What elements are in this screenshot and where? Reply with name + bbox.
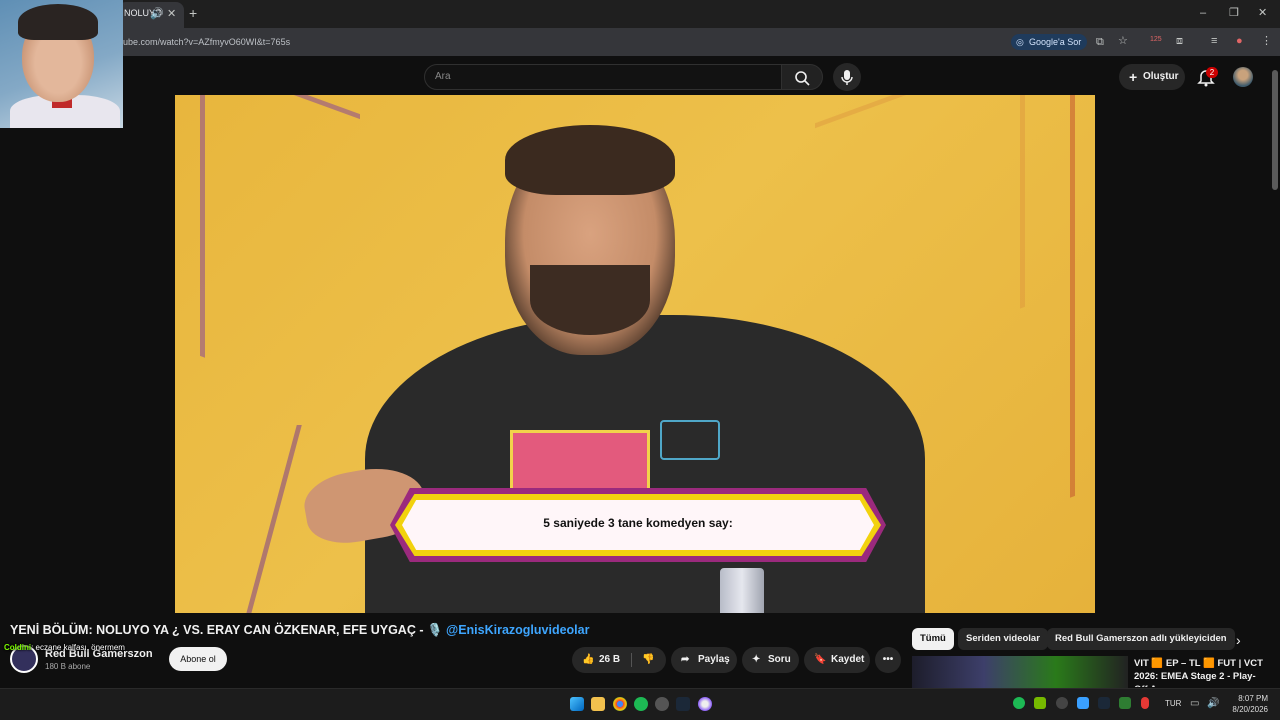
like-count[interactable]: 26 B — [599, 647, 620, 673]
recommended-video-title[interactable]: VIT 🟧 EP – TL 🟧 FUT | VCT 2026: EMEA Sta… — [1134, 657, 1264, 687]
chat-overlay-message: Coldini: eczane kalfası, önermem — [4, 643, 125, 652]
like-divider — [631, 653, 632, 667]
subscriber-count: 180 B abone — [45, 662, 91, 671]
minimize-icon[interactable]: – — [1200, 7, 1206, 19]
share-icon: ➦ — [681, 654, 690, 665]
more-actions-button[interactable]: ••• — [875, 647, 901, 673]
bookmark-star-icon[interactable]: ☆ — [1118, 35, 1128, 47]
notification-count-badge: 2 — [1206, 67, 1218, 78]
volume-icon[interactable]: 🔊 — [1207, 698, 1219, 710]
tray-edge-icon[interactable] — [1077, 697, 1089, 709]
microphone-icon — [841, 70, 853, 85]
scrollbar-thumb[interactable] — [1272, 70, 1278, 190]
extensions-icon[interactable]: ⧈ — [1176, 35, 1183, 47]
tray-spotify-icon[interactable] — [1013, 697, 1025, 709]
filter-chip-all[interactable]: Tümü — [912, 628, 954, 650]
tray-nvidia-icon[interactable] — [1034, 697, 1046, 709]
ask-button[interactable]: ✦ Soru — [742, 647, 799, 673]
file-explorer-icon[interactable] — [591, 697, 605, 711]
like-dislike-group: 👍 26 B 👎 — [572, 647, 666, 673]
app-icon[interactable] — [698, 697, 712, 711]
share-label: Paylaş — [698, 654, 730, 665]
save-button[interactable]: 🔖 Kaydet — [804, 647, 870, 673]
clock-date: 8/20/2026 — [1232, 705, 1268, 714]
drink-can — [720, 568, 764, 613]
steam-icon[interactable] — [676, 697, 690, 711]
google-ask-label: Google'a Sor — [1029, 37, 1082, 47]
filter-chip-series[interactable]: Seriden videolar — [958, 628, 1048, 650]
subscribe-button[interactable]: Abone ol — [169, 647, 227, 671]
google-ask-button[interactable]: ◎ Google'a Sor — [1011, 34, 1087, 50]
input-language[interactable]: TUR — [1165, 699, 1181, 708]
bookmark-icon: 🔖 — [814, 654, 827, 665]
search-icon — [795, 71, 810, 86]
recommended-video-thumbnail[interactable] — [912, 656, 1128, 688]
chat-nickname: Coldini — [4, 643, 32, 652]
create-button[interactable]: + Oluştur — [1119, 64, 1185, 90]
quiz-banner: 5 saniyede 3 tane komedyen say: — [390, 488, 886, 562]
account-avatar[interactable] — [1233, 67, 1253, 87]
hoodie-logo — [660, 420, 720, 460]
extension-badge[interactable]: 125 — [1150, 34, 1162, 46]
search-input[interactable]: Ara — [424, 64, 782, 90]
voice-search-button[interactable] — [833, 63, 861, 91]
background-decoration — [208, 425, 302, 613]
sparkle-icon: ✦ — [752, 654, 761, 665]
plus-icon: + — [1129, 69, 1138, 85]
person-hair — [505, 125, 675, 195]
webcam-overlay — [0, 0, 123, 128]
tab-close-icon[interactable]: ✕ — [167, 8, 176, 20]
system-clock[interactable]: 8:07 PM 8/20/2026 — [1228, 693, 1268, 715]
video-title: YENİ BÖLÜM: NOLUYO YA ¿ VS. ERAY CAN ÖZK… — [10, 623, 589, 638]
webcam-hair — [18, 4, 98, 40]
search-button[interactable] — [781, 64, 823, 90]
person-beard — [530, 265, 650, 335]
speaker-icon[interactable]: 🔊 — [150, 8, 164, 20]
restore-icon[interactable]: ❐ — [1229, 7, 1239, 19]
url-field[interactable]: ube.com/watch?v=AZfmyvO60WI&t=765s — [123, 37, 290, 47]
background-decoration — [200, 95, 360, 415]
tray-check-icon[interactable] — [1119, 697, 1131, 709]
spotify-icon[interactable] — [634, 697, 648, 711]
media-control-icon[interactable]: ≡ — [1211, 35, 1217, 47]
save-label: Kaydet — [831, 654, 865, 665]
network-icon[interactable]: ▭ — [1190, 698, 1199, 710]
ask-label: Soru — [768, 654, 791, 665]
profile-icon[interactable]: ● — [1236, 35, 1243, 47]
new-tab-icon[interactable]: + — [189, 6, 197, 20]
thumbs-up-icon[interactable]: 👍 — [582, 647, 594, 673]
background-decoration — [1025, 95, 1075, 515]
chrome-icon[interactable] — [613, 697, 627, 711]
create-label: Oluştur — [1143, 71, 1179, 82]
thumbs-down-icon[interactable]: 👎 — [642, 647, 654, 673]
chat-text: : eczane kalfası, önermem — [31, 643, 125, 652]
background-decoration — [815, 95, 1025, 384]
share-button[interactable]: ➦ Paylaş — [671, 647, 737, 673]
tray-app-icon[interactable] — [1056, 697, 1068, 709]
tray-mic-icon[interactable] — [1141, 697, 1149, 709]
video-title-text: YENİ BÖLÜM: NOLUYO YA ¿ VS. ERAY CAN ÖZK… — [10, 623, 443, 637]
filter-chip-uploader[interactable]: Red Bull Gamerszon adlı yükleyiciden — [1047, 628, 1235, 650]
start-icon[interactable] — [570, 697, 584, 711]
window-close-icon[interactable]: ✕ — [1258, 7, 1267, 19]
channel-mention-link[interactable]: @EnisKirazogluvideolar — [446, 623, 589, 637]
tray-steam-icon[interactable] — [1098, 697, 1110, 709]
quiz-question: 5 saniyede 3 tane komedyen say: — [543, 516, 733, 530]
browser-menu-icon[interactable]: ⋮ — [1261, 35, 1272, 47]
google-lens-icon: ◎ — [1016, 37, 1024, 47]
obs-icon[interactable] — [655, 697, 669, 711]
clock-time: 8:07 PM — [1238, 694, 1268, 703]
cast-icon[interactable]: ⧉ — [1096, 36, 1104, 48]
more-icon: ••• — [882, 654, 894, 665]
chevron-right-icon[interactable]: › — [1236, 632, 1241, 648]
